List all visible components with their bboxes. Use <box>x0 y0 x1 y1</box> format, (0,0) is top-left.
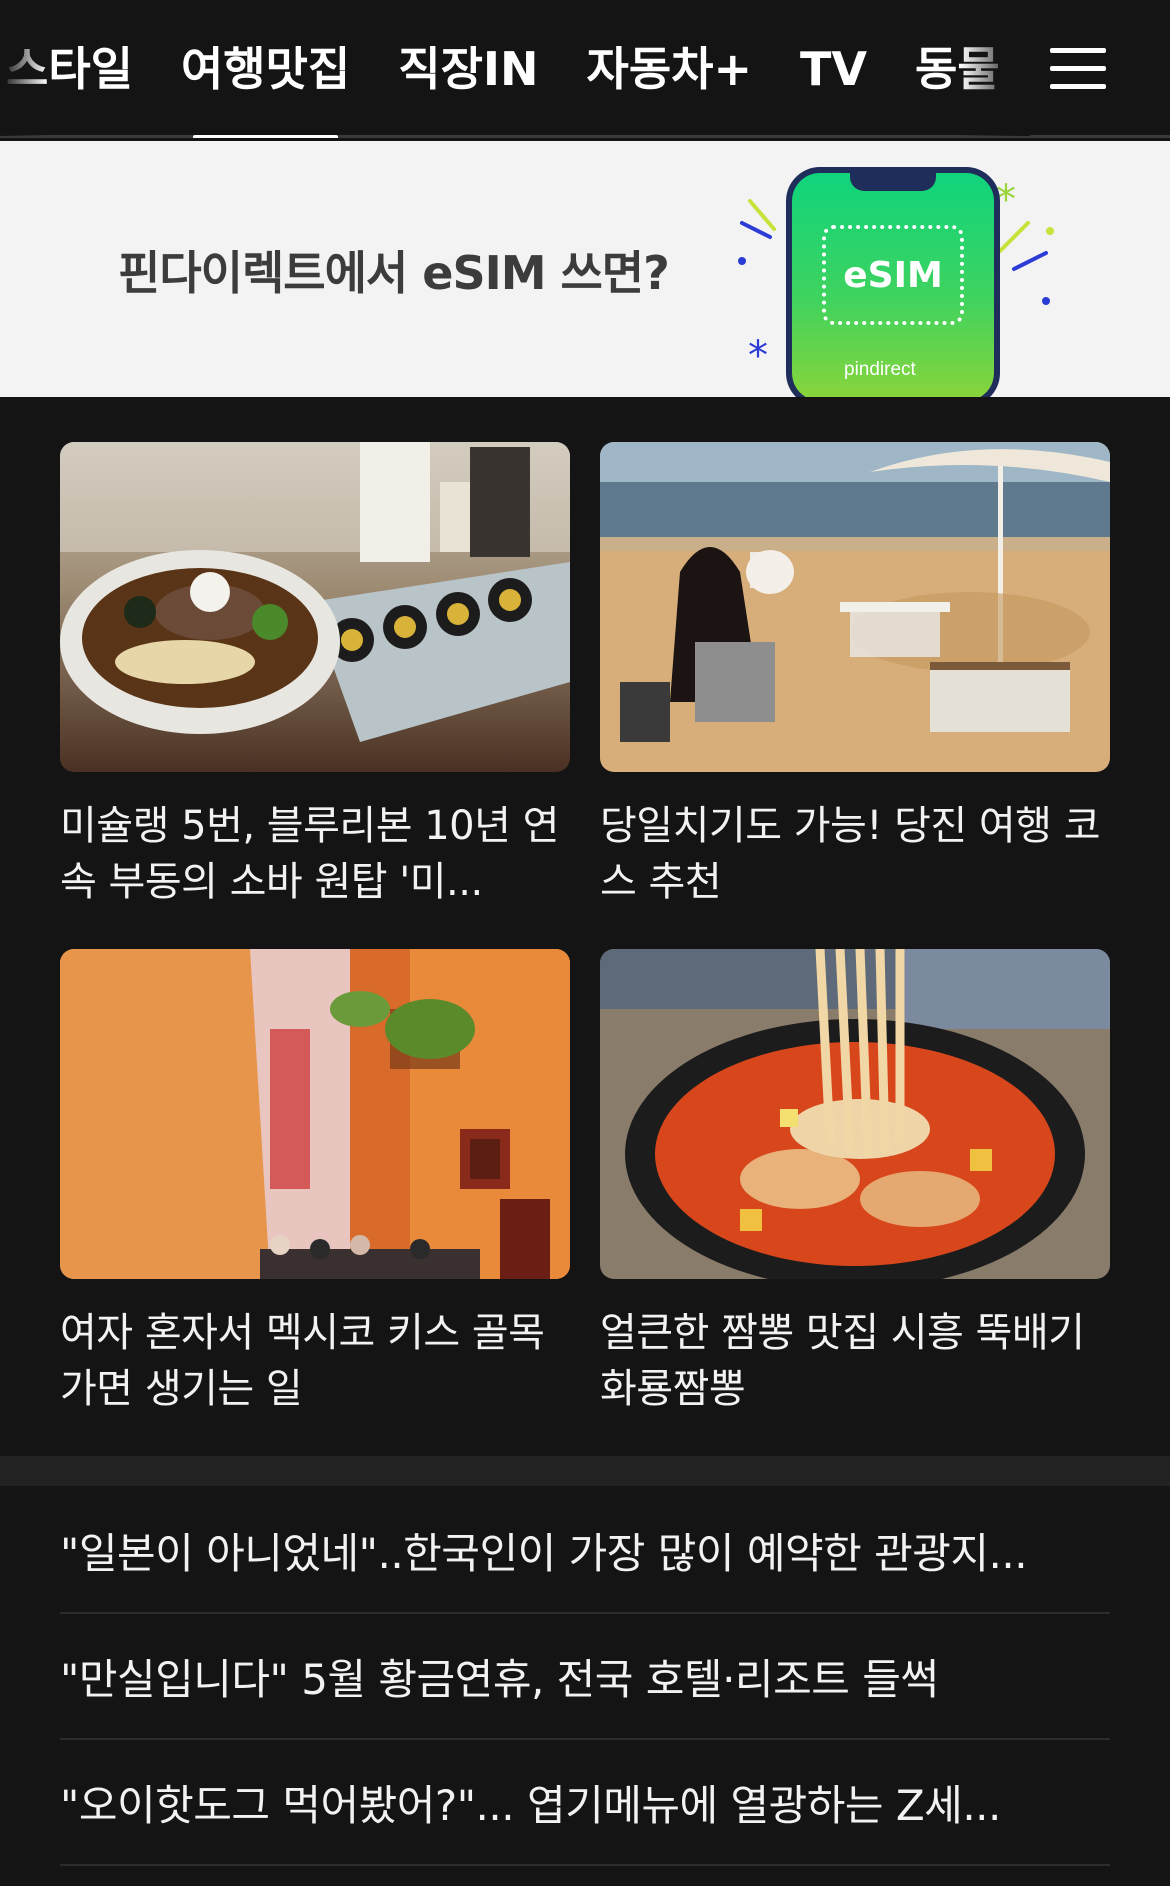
phone-illustration: eSIM pindirect <box>786 167 1000 397</box>
card-title[interactable]: 얼큰한 짬뽕 맛집 시흥 뚝배기화룡짬뽕 <box>600 1305 1110 1417</box>
jjamppong-photo[interactable] <box>600 949 1110 1279</box>
category-tabs: 스타일 여행맛집 직장IN 자동차+ TV 동물 <box>0 0 1030 138</box>
list-item[interactable]: "오이핫도그 먹어봤어?"... 엽기메뉴에 열광하는 Z세... <box>60 1740 1110 1866</box>
soba-and-gimbap-photo[interactable] <box>60 442 570 772</box>
mexico-alley-photo[interactable] <box>60 949 570 1279</box>
pindirect-logo: pindirect <box>844 359 916 380</box>
svg-text:*: * <box>748 333 768 379</box>
article-card[interactable]: 당일치기도 가능! 당진 여행 코스 추천 <box>600 442 1110 910</box>
article-card[interactable]: 여자 혼자서 멕시코 키스 골목가면 생기는 일 <box>60 949 570 1417</box>
esim-ad-banner[interactable]: 핀다이렉트에서 eSIM 쓰면? * * eSIM pindirect <box>0 141 1170 397</box>
tabs-fade-right <box>960 0 1030 136</box>
tab-travel-food[interactable]: 여행맛집 <box>157 0 374 138</box>
article-card[interactable]: 미슐랭 5번, 블루리본 10년 연속 부동의 소바 원탑 '미... <box>60 442 570 910</box>
card-title[interactable]: 미슐랭 5번, 블루리본 10년 연속 부동의 소바 원탑 '미... <box>60 798 570 910</box>
list-item[interactable]: "일본이 아니었네"..한국인이 가장 많이 예약한 관광지... <box>60 1488 1110 1614</box>
card-title[interactable]: 여자 혼자서 멕시코 키스 골목가면 생기는 일 <box>60 1305 570 1417</box>
tab-car[interactable]: 자동차+ <box>563 0 777 138</box>
tab-work[interactable]: 직장IN <box>374 0 562 138</box>
beach-camping-photo[interactable] <box>600 442 1110 772</box>
tab-tv[interactable]: TV <box>776 0 891 138</box>
esim-label: eSIM <box>822 225 964 325</box>
card-title[interactable]: 당일치기도 가능! 당진 여행 코스 추천 <box>600 798 1110 910</box>
top-nav: 스타일 여행맛집 직장IN 자동차+ TV 동물 <box>0 0 1170 138</box>
list-item[interactable]: "만실입니다" 5월 황금연휴, 전국 호텔·리조트 들썩 <box>60 1614 1110 1740</box>
article-card[interactable]: 얼큰한 짬뽕 맛집 시흥 뚝배기화룡짬뽕 <box>600 949 1110 1417</box>
tabs-fade-left <box>0 0 48 136</box>
banner-text: 핀다이렉트에서 eSIM 쓰면? <box>118 246 670 300</box>
hamburger-menu-icon[interactable] <box>1046 44 1110 94</box>
section-divider <box>0 1456 1170 1486</box>
